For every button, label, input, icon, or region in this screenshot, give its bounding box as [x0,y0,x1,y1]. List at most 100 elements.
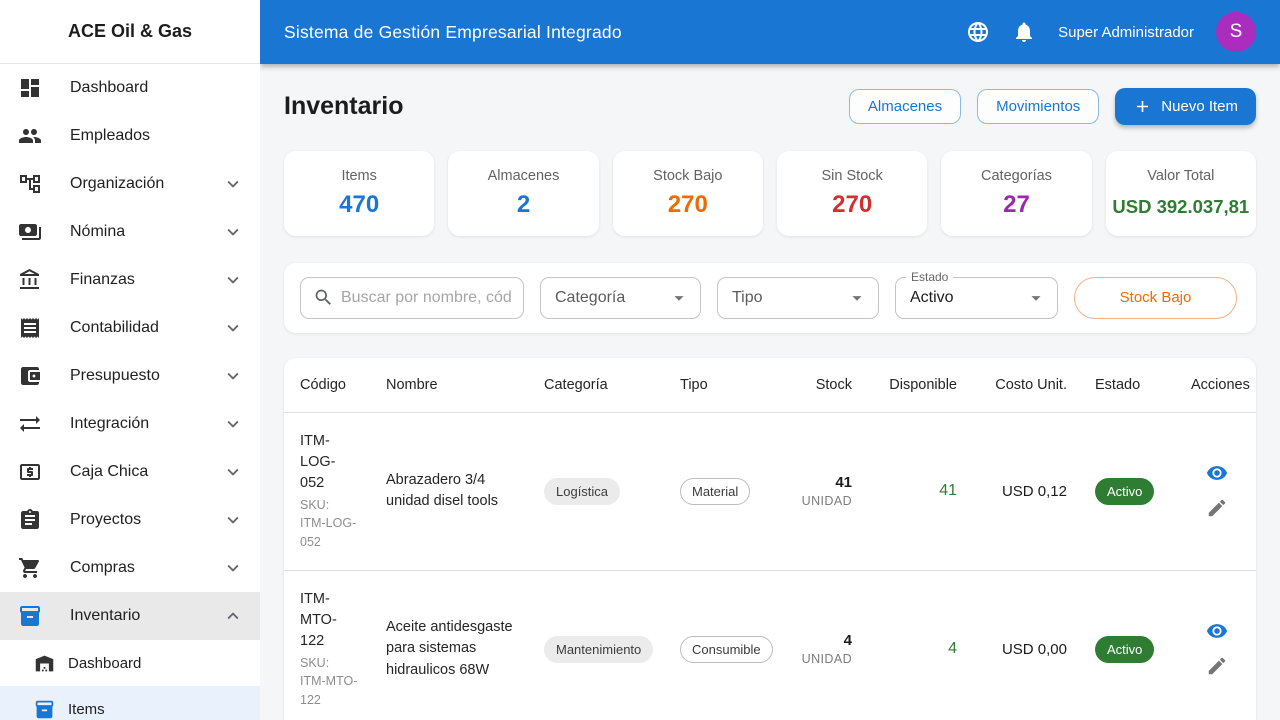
sidebar-item-caja-chica[interactable]: Caja Chica [0,448,260,496]
sidebar-item-integracion[interactable]: Integración [0,400,260,448]
sidebar-item-dashboard[interactable]: Dashboard [0,64,260,112]
search-icon [315,289,331,306]
status-badge: Activo [1095,635,1155,663]
unit-cost: USD 0,12 [1001,482,1067,500]
inventory-icon [20,606,40,626]
col-header-categoria: Categoría [530,357,666,413]
sidebar: ACE Oil & Gas Dashboard Empleados Organi… [0,0,260,720]
col-header-codigo: Código [284,357,372,413]
page-actions: Almacenes Movimientos Nuevo Item [848,88,1256,125]
estado-select[interactable]: Estado Activo [895,269,1058,319]
chevron-up-icon [227,612,239,620]
type-select[interactable]: Tipo [717,276,879,319]
stat-value: 270 [667,191,708,218]
inventory-table-card: Código Nombre Categoría Tipo Stock Dispo… [284,357,1256,720]
dropdown-arrow-icon [852,295,862,301]
sidebar-item-organizacion[interactable]: Organización [0,160,260,208]
people-icon [19,129,41,143]
unit-cost: USD 0,00 [1001,640,1067,658]
category-chip: Logística [544,477,621,505]
user-name: Super Administrador [1058,23,1194,41]
stat-card-sin-stock: Sin Stock 270 [776,151,928,236]
row-actions [1191,620,1242,679]
topbar-right: Super Administrador S [966,12,1256,52]
sidebar-item-finanzas[interactable]: Finanzas [0,256,260,304]
col-header-disponible: Disponible [866,357,971,413]
category-select[interactable]: Categoría [540,276,701,319]
table-header-row: Código Nombre Categoría Tipo Stock Dispo… [284,357,1256,413]
sidebar-subitem-inventario-dashboard[interactable]: Dashboard [0,640,260,686]
item-code: ITM-MTO-122 [300,590,337,649]
payments-icon [19,224,41,240]
org-tree-icon [20,175,40,193]
stat-value: 470 [339,191,380,218]
chevron-down-icon [227,228,239,236]
pencil-icon [1208,499,1225,517]
pencil-icon [1208,657,1225,675]
sidebar-subitem-label: Dashboard [68,654,142,672]
col-header-nombre: Nombre [372,357,530,413]
bell-icon[interactable] [1012,20,1036,44]
globe-icon[interactable] [966,20,990,44]
stat-card-items: Items 470 [284,151,435,236]
stat-value: USD 392.037,81 [1112,196,1250,217]
content: Inventario Almacenes Movimientos Nuevo I… [260,64,1280,720]
view-button[interactable] [1205,620,1229,644]
sidebar-item-label: Dashboard [70,79,149,96]
cart-icon [19,558,39,578]
sidebar-item-nomina[interactable]: Nómina [0,208,260,256]
stat-value: 27 [1003,191,1030,218]
search-box [300,276,524,319]
sidebar-item-label: Finanzas [70,271,135,288]
stat-value: 270 [832,191,873,218]
stock-unit: UNIDAD [801,494,852,509]
status-badge: Activo [1095,477,1155,505]
estado-select-value: Activo [910,288,954,306]
plus-icon [1137,100,1149,113]
stat-card-categorias: Categorías 27 [941,151,1092,236]
wallet-icon [21,367,40,385]
type-chip: Consumible [680,635,773,663]
movimientos-button[interactable]: Movimientos [977,89,1100,124]
item-name: Aceite antidesgaste para sistemas hidrau… [372,570,530,720]
sidebar-item-label: Proyectos [70,511,142,528]
stock-unit: UNIDAD [801,652,852,667]
sidebar-item-compras[interactable]: Compras [0,544,260,592]
sidebar-item-inventario[interactable]: Inventario [0,592,260,640]
view-button[interactable] [1205,462,1229,486]
item-sku: SKU: ITM-MTO-122 [300,655,358,708]
sidebar-item-empleados[interactable]: Empleados [0,112,260,160]
sync-icon [20,416,40,432]
stat-label: Sin Stock [821,168,883,184]
sidebar-item-contabilidad[interactable]: Contabilidad [0,304,260,352]
avatar-initial: S [1229,21,1243,42]
sidebar-item-proyectos[interactable]: Proyectos [0,496,260,544]
col-header-estado: Estado [1081,357,1177,413]
type-select-label: Tipo [732,288,763,306]
edit-button[interactable] [1205,655,1229,679]
chevron-down-icon [227,516,239,524]
estado-select-floating-label: Estado [906,269,954,284]
main-column: Sistema de Gestión Empresarial Integrado… [260,0,1280,720]
sidebar-item-label: Contabilidad [70,319,159,336]
stock-bajo-filter-button[interactable]: Stock Bajo [1074,276,1237,319]
stat-label: Stock Bajo [653,168,723,184]
sidebar-item-presupuesto[interactable]: Presupuesto [0,352,260,400]
col-header-acciones: Acciones [1177,357,1256,413]
brand-title: ACE Oil & Gas [67,21,193,41]
item-code: ITM-LOG-052 [300,432,336,491]
avatar[interactable]: S [1216,12,1256,52]
stat-label: Items [341,168,377,184]
inventory-icon [35,700,54,718]
row-actions [1191,462,1242,521]
stat-card-almacenes: Almacenes 2 [448,151,599,236]
dropdown-arrow-icon [1031,295,1041,301]
nuevo-item-button[interactable]: Nuevo Item [1115,88,1256,125]
almacenes-button[interactable]: Almacenes [848,89,962,124]
filter-bar: Categoría Tipo Estado Activo Stock Bajo [284,262,1256,333]
sidebar-subitem-inventario-items[interactable]: Items [0,686,260,720]
stat-label: Almacenes [487,168,560,184]
search-input[interactable] [341,288,511,307]
edit-button[interactable] [1205,497,1229,521]
cash-icon [20,464,40,480]
